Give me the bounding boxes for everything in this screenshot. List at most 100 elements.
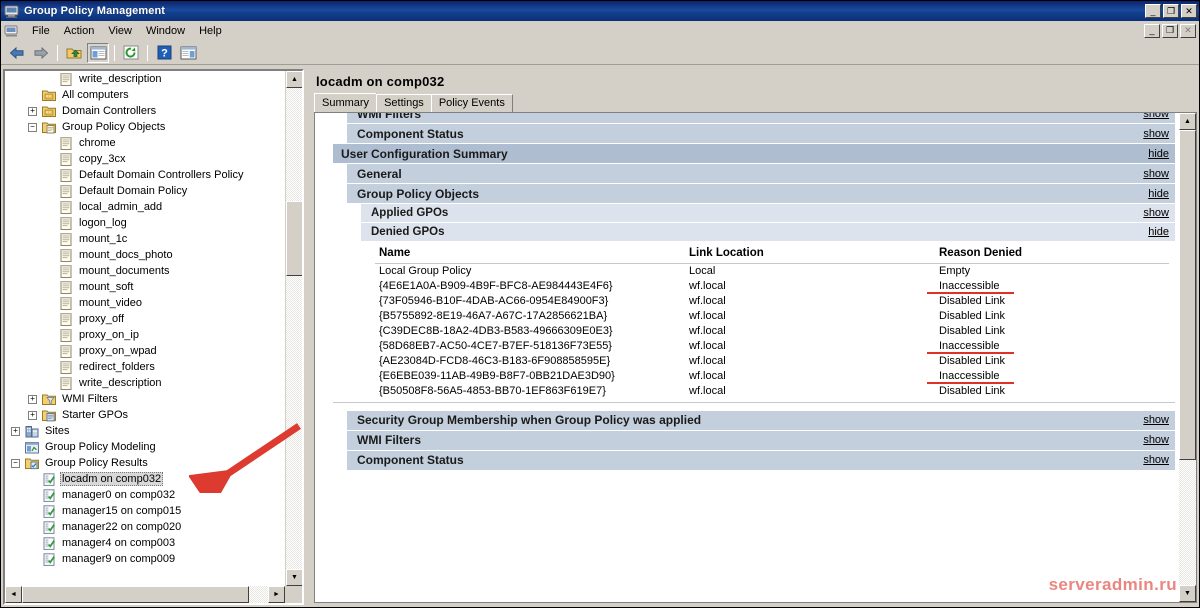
section-toggle-link[interactable]: show: [1143, 128, 1175, 140]
report-section-component-status[interactable]: Component Statusshow: [347, 124, 1175, 144]
collapse-icon[interactable]: −: [11, 459, 20, 468]
minimize-button[interactable]: _: [1145, 4, 1161, 18]
tree-item-group-policy-objects[interactable]: −Group Policy Objects: [5, 119, 285, 135]
tree-item-proxy-on-wpad[interactable]: proxy_on_wpad: [5, 343, 285, 359]
tree-item-all-computers[interactable]: All computers: [5, 87, 285, 103]
tree-scroll-right-arrow[interactable]: ►: [268, 586, 285, 603]
menu-window[interactable]: Window: [139, 23, 192, 39]
tree-item-write-description[interactable]: write_description: [5, 375, 285, 391]
expand-icon[interactable]: +: [28, 107, 37, 116]
tree-horizontal-scrollbar[interactable]: ◄ ►: [5, 586, 285, 603]
tree-item-label: proxy_off: [77, 313, 126, 325]
tree-item-default-domain-policy[interactable]: Default Domain Policy: [5, 183, 285, 199]
mdi-close-button[interactable]: ✕: [1180, 24, 1196, 38]
tree-item-proxy-off[interactable]: proxy_off: [5, 311, 285, 327]
report-section-security-group-membership-when-group-policy-was-applied[interactable]: Security Group Membership when Group Pol…: [347, 411, 1175, 431]
expand-icon[interactable]: +: [28, 411, 37, 420]
tree-item-write-description[interactable]: write_description: [5, 71, 285, 87]
tree-vertical-scrollbar[interactable]: ▲ ▼: [285, 71, 302, 586]
show-hide-action-pane-button[interactable]: [177, 43, 199, 63]
mdi-minimize-button[interactable]: _: [1144, 24, 1160, 38]
report-scroll-down-arrow[interactable]: ▼: [1179, 585, 1196, 602]
gpo-name-cell: {AE23084D-FCD8-46C3-B183-6F908858595E}: [375, 354, 685, 369]
table-row: {4E6E1A0A-B909-4B9F-BFC8-AE984443E4F6}wf…: [375, 279, 1169, 294]
refresh-button[interactable]: [120, 43, 142, 63]
tree-indent-spacer: [45, 75, 54, 84]
section-toggle-link[interactable]: show: [1143, 454, 1175, 466]
tree-item-manager15-on-comp015[interactable]: manager15 on comp015: [5, 503, 285, 519]
section-toggle-link[interactable]: show: [1143, 414, 1175, 426]
expand-icon[interactable]: +: [11, 427, 20, 436]
expand-icon[interactable]: +: [28, 395, 37, 404]
report-section-denied-gpos[interactable]: Denied GPOshide: [361, 223, 1175, 242]
tree-item-group-policy-modeling[interactable]: Group Policy Modeling: [5, 439, 285, 455]
tree-item-mount-soft[interactable]: mount_soft: [5, 279, 285, 295]
report-vertical-scroll-thumb[interactable]: [1179, 130, 1196, 460]
tree-item-group-policy-results[interactable]: −Group Policy Results: [5, 455, 285, 471]
rsop-icon: [41, 536, 57, 551]
tree-indent-spacer: [45, 203, 54, 212]
tree-item-manager0-on-comp032[interactable]: manager0 on comp032: [5, 487, 285, 503]
tab-summary[interactable]: Summary: [314, 93, 377, 112]
help-button[interactable]: ?: [153, 43, 175, 63]
console-tree[interactable]: write_descriptionAll computers+Domain Co…: [5, 71, 285, 586]
report-section-component-status[interactable]: Component Statusshow: [347, 451, 1175, 471]
tree-item-mount-docs-photo[interactable]: mount_docs_photo: [5, 247, 285, 263]
report-section-wmi-filters[interactable]: WMI Filtersshow: [347, 113, 1175, 124]
link-location-cell: wf.local: [685, 384, 935, 399]
section-toggle-link[interactable]: show: [1143, 434, 1175, 446]
up-one-level-button[interactable]: [63, 43, 85, 63]
tree-item-sites[interactable]: +Sites: [5, 423, 285, 439]
tree-item-proxy-on-ip[interactable]: proxy_on_ip: [5, 327, 285, 343]
tree-vertical-scroll-thumb[interactable]: [286, 201, 303, 276]
tree-item-domain-controllers[interactable]: +Domain Controllers: [5, 103, 285, 119]
tree-item-chrome[interactable]: chrome: [5, 135, 285, 151]
tree-scroll-left-arrow[interactable]: ◄: [5, 586, 22, 603]
mdi-restore-button[interactable]: ❐: [1162, 24, 1178, 38]
show-hide-tree-button[interactable]: [87, 43, 109, 63]
tree-item-locadm-on-comp032[interactable]: locadm on comp032: [5, 471, 285, 487]
close-button[interactable]: ✕: [1181, 4, 1197, 18]
menu-file[interactable]: File: [25, 23, 57, 39]
tree-item-mount-video[interactable]: mount_video: [5, 295, 285, 311]
collapse-icon[interactable]: −: [28, 123, 37, 132]
forward-button[interactable]: [30, 43, 52, 63]
tree-item-logon-log[interactable]: logon_log: [5, 215, 285, 231]
tree-item-starter-gpos[interactable]: +Starter GPOs: [5, 407, 285, 423]
report-section-applied-gpos[interactable]: Applied GPOsshow: [361, 204, 1175, 223]
gpo-name-cell: {E6EBE039-11AB-49B9-B8F7-0BB21DAE3D90}: [375, 369, 685, 384]
tree-item-manager4-on-comp003[interactable]: manager4 on comp003: [5, 535, 285, 551]
menu-view[interactable]: View: [101, 23, 139, 39]
maximize-button[interactable]: ❐: [1163, 4, 1179, 18]
tab-policy-events[interactable]: Policy Events: [431, 94, 513, 112]
tree-item-wmi-filters[interactable]: +WMI Filters: [5, 391, 285, 407]
tree-item-mount-1c[interactable]: mount_1c: [5, 231, 285, 247]
tree-horizontal-scroll-thumb[interactable]: [22, 586, 249, 603]
tree-item-local-admin-add[interactable]: local_admin_add: [5, 199, 285, 215]
tree-scroll-down-arrow[interactable]: ▼: [286, 569, 303, 586]
report-scroll-up-arrow[interactable]: ▲: [1179, 113, 1196, 130]
report-section-wmi-filters[interactable]: WMI Filtersshow: [347, 431, 1175, 451]
menu-action[interactable]: Action: [57, 23, 102, 39]
section-toggle-link[interactable]: show: [1143, 207, 1175, 219]
section-toggle-link[interactable]: hide: [1148, 188, 1175, 200]
section-toggle-link[interactable]: show: [1143, 113, 1175, 120]
section-toggle-link[interactable]: hide: [1148, 226, 1175, 238]
tab-settings[interactable]: Settings: [376, 94, 432, 112]
menu-help[interactable]: Help: [192, 23, 229, 39]
tree-item-default-domain-controllers-policy[interactable]: Default Domain Controllers Policy: [5, 167, 285, 183]
section-toggle-link[interactable]: show: [1143, 168, 1175, 180]
report-section-general[interactable]: Generalshow: [347, 164, 1175, 184]
report-section-user-configuration-summary[interactable]: User Configuration Summaryhide: [333, 144, 1175, 164]
report-vertical-scrollbar[interactable]: ▲ ▼: [1179, 113, 1196, 602]
tree-item-manager22-on-comp020[interactable]: manager22 on comp020: [5, 519, 285, 535]
back-button[interactable]: [6, 43, 28, 63]
tree-item-manager9-on-comp009[interactable]: manager9 on comp009: [5, 551, 285, 567]
link-location-cell: wf.local: [685, 324, 935, 339]
tree-scroll-up-arrow[interactable]: ▲: [286, 71, 303, 88]
tree-item-mount-documents[interactable]: mount_documents: [5, 263, 285, 279]
tree-item-redirect-folders[interactable]: redirect_folders: [5, 359, 285, 375]
section-toggle-link[interactable]: hide: [1148, 148, 1175, 160]
tree-item-copy-3cx[interactable]: copy_3cx: [5, 151, 285, 167]
report-section-group-policy-objects[interactable]: Group Policy Objectshide: [347, 184, 1175, 204]
